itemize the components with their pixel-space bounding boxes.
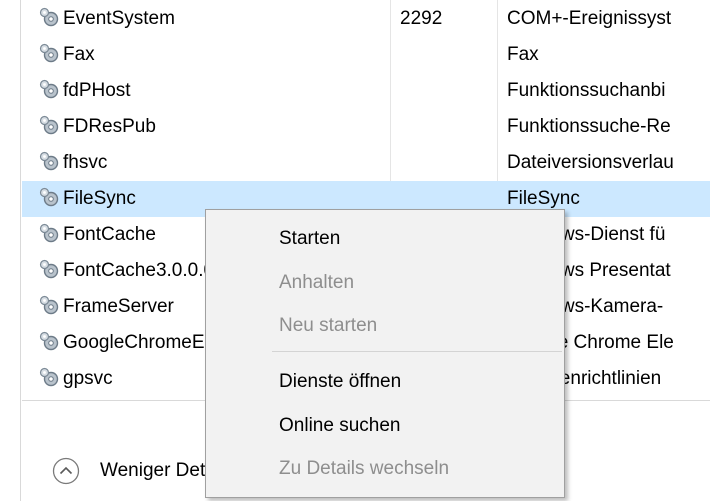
service-description: COM+-Ereignissyst <box>507 8 672 29</box>
service-name: FDResPub <box>63 116 156 137</box>
service-name: Fax <box>63 44 95 65</box>
gear-service-icon <box>39 115 59 135</box>
menu-item-label: Zu Details wechseln <box>279 458 450 479</box>
service-name: fhsvc <box>63 152 108 173</box>
gear-service-icon <box>39 43 59 63</box>
service-description: Funktionssuche-Re <box>507 116 671 137</box>
gear-service-icon <box>39 223 59 243</box>
gear-service-icon <box>39 367 59 387</box>
service-row-fhsvc[interactable]: fhsvc Dateiversionsverlau <box>22 145 710 181</box>
menu-item-dienste-oeffnen[interactable]: Dienste öffnen <box>206 362 564 402</box>
service-name-cell: FDResPub <box>38 109 388 145</box>
gear-service-icon <box>39 151 59 171</box>
service-description: Funktionssuchanbi <box>507 80 666 101</box>
service-description: Dateiversionsverlau <box>507 152 674 173</box>
menu-item-online-suchen[interactable]: Online suchen <box>206 406 564 446</box>
chevron-up-circle-icon <box>52 457 80 485</box>
service-name: EventSystem <box>63 8 175 29</box>
window-left-edge <box>0 0 22 501</box>
menu-item-label: Online suchen <box>279 415 401 436</box>
menu-item-starten[interactable]: Starten <box>206 219 564 259</box>
service-row-fdrespub[interactable]: FDResPub Funktionssuche-Re <box>22 109 710 145</box>
gear-service-icon <box>39 187 59 207</box>
service-name-cell: fhsvc <box>38 145 388 181</box>
menu-item-zu-details-wechseln[interactable]: Zu Details wechseln <box>206 449 564 489</box>
service-name: FontCache3.0.0.0 <box>63 260 215 281</box>
gear-service-icon <box>39 7 59 27</box>
menu-item-anhalten[interactable]: Anhalten <box>206 263 564 303</box>
service-name: fdPHost <box>63 80 131 101</box>
context-menu: Starten Anhalten Neu starten Dienste öff… <box>205 209 565 498</box>
service-name-cell: fdPHost <box>38 73 388 109</box>
service-pid: 2292 <box>400 8 443 29</box>
menu-item-label: Dienste öffnen <box>279 371 402 392</box>
menu-item-label: Neu starten <box>279 315 378 336</box>
service-name-cell: EventSystem <box>38 1 388 37</box>
gear-service-icon <box>39 259 59 279</box>
service-description: Fax <box>507 44 539 65</box>
menu-item-neu-starten[interactable]: Neu starten <box>206 306 564 346</box>
gear-service-icon <box>39 79 59 99</box>
service-row-fdphost[interactable]: fdPHost Funktionssuchanbi <box>22 73 710 109</box>
window-left-border <box>20 0 21 501</box>
service-name: gpsvc <box>63 368 113 389</box>
service-name: FontCache <box>63 224 156 245</box>
service-name: FileSync <box>63 188 136 209</box>
service-name-cell: Fax <box>38 37 388 73</box>
menu-item-label: Anhalten <box>279 272 355 293</box>
gear-service-icon <box>39 295 59 315</box>
service-row-fax[interactable]: Fax Fax <box>22 37 710 73</box>
service-row-eventsystem[interactable]: EventSystem 2292 COM+-Ereignissyst <box>22 1 710 37</box>
service-name: FrameServer <box>63 296 174 317</box>
menu-separator <box>272 351 562 352</box>
gear-service-icon <box>39 331 59 351</box>
menu-item-label: Starten <box>279 228 341 249</box>
